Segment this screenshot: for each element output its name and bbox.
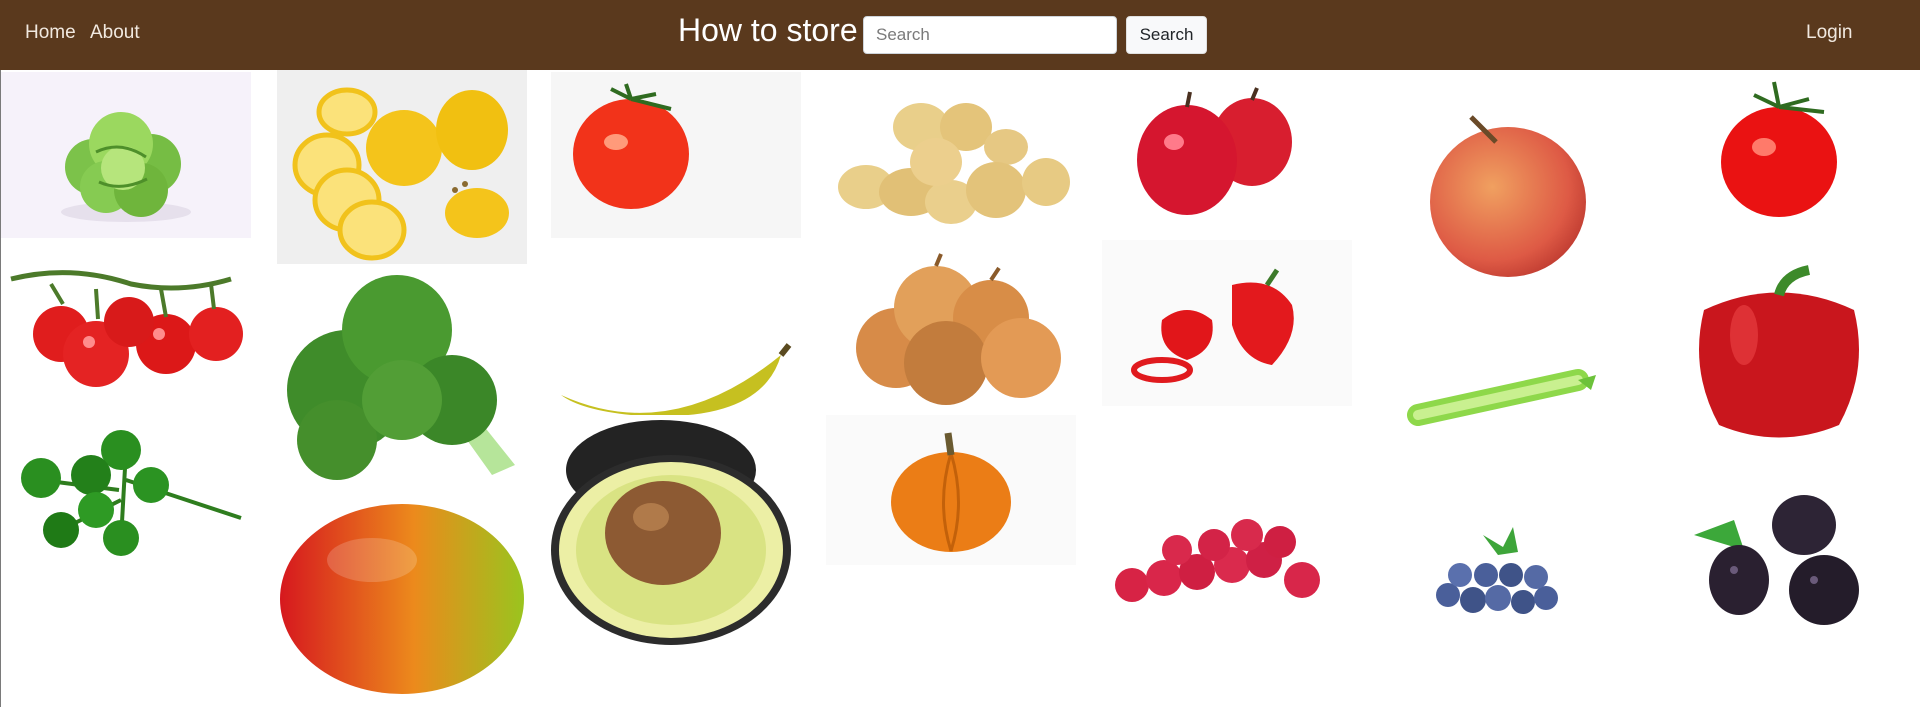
mango-image[interactable] [277, 500, 527, 698]
parsley-image[interactable] [1, 410, 251, 575]
celery-image[interactable] [1378, 335, 1628, 455]
raspberries-image[interactable] [1102, 470, 1352, 636]
potatoes-image[interactable] [826, 72, 1076, 238]
blueberries-image[interactable] [1378, 480, 1628, 646]
blackberries-image[interactable] [1654, 470, 1904, 650]
lemons-image[interactable] [277, 70, 527, 264]
lettuce-image[interactable] [1, 72, 251, 238]
nav-about-link[interactable]: About [90, 22, 140, 44]
tomato-image-2[interactable] [1654, 72, 1904, 238]
broccoli-image[interactable] [277, 270, 527, 492]
red-bell-pepper-image[interactable] [1654, 255, 1904, 450]
search-button[interactable]: Search [1126, 16, 1207, 54]
onions-image[interactable] [826, 248, 1076, 414]
avocado-image[interactable] [551, 415, 801, 660]
login-link[interactable]: Login [1806, 22, 1853, 44]
navbar: Home About How to store Search Login [0, 0, 1920, 70]
tomato-image[interactable] [551, 72, 801, 238]
brand-title[interactable]: How to store [678, 12, 858, 49]
produce-gallery [0, 70, 1920, 707]
apple-image[interactable] [1378, 72, 1628, 322]
red-peppers-image[interactable] [1102, 240, 1352, 406]
nav-home-link[interactable]: Home [25, 22, 76, 44]
pumpkin-image[interactable] [826, 415, 1076, 565]
cherry-tomatoes-image[interactable] [1, 254, 251, 402]
search-input[interactable] [863, 16, 1117, 54]
apples-image[interactable] [1102, 72, 1352, 238]
